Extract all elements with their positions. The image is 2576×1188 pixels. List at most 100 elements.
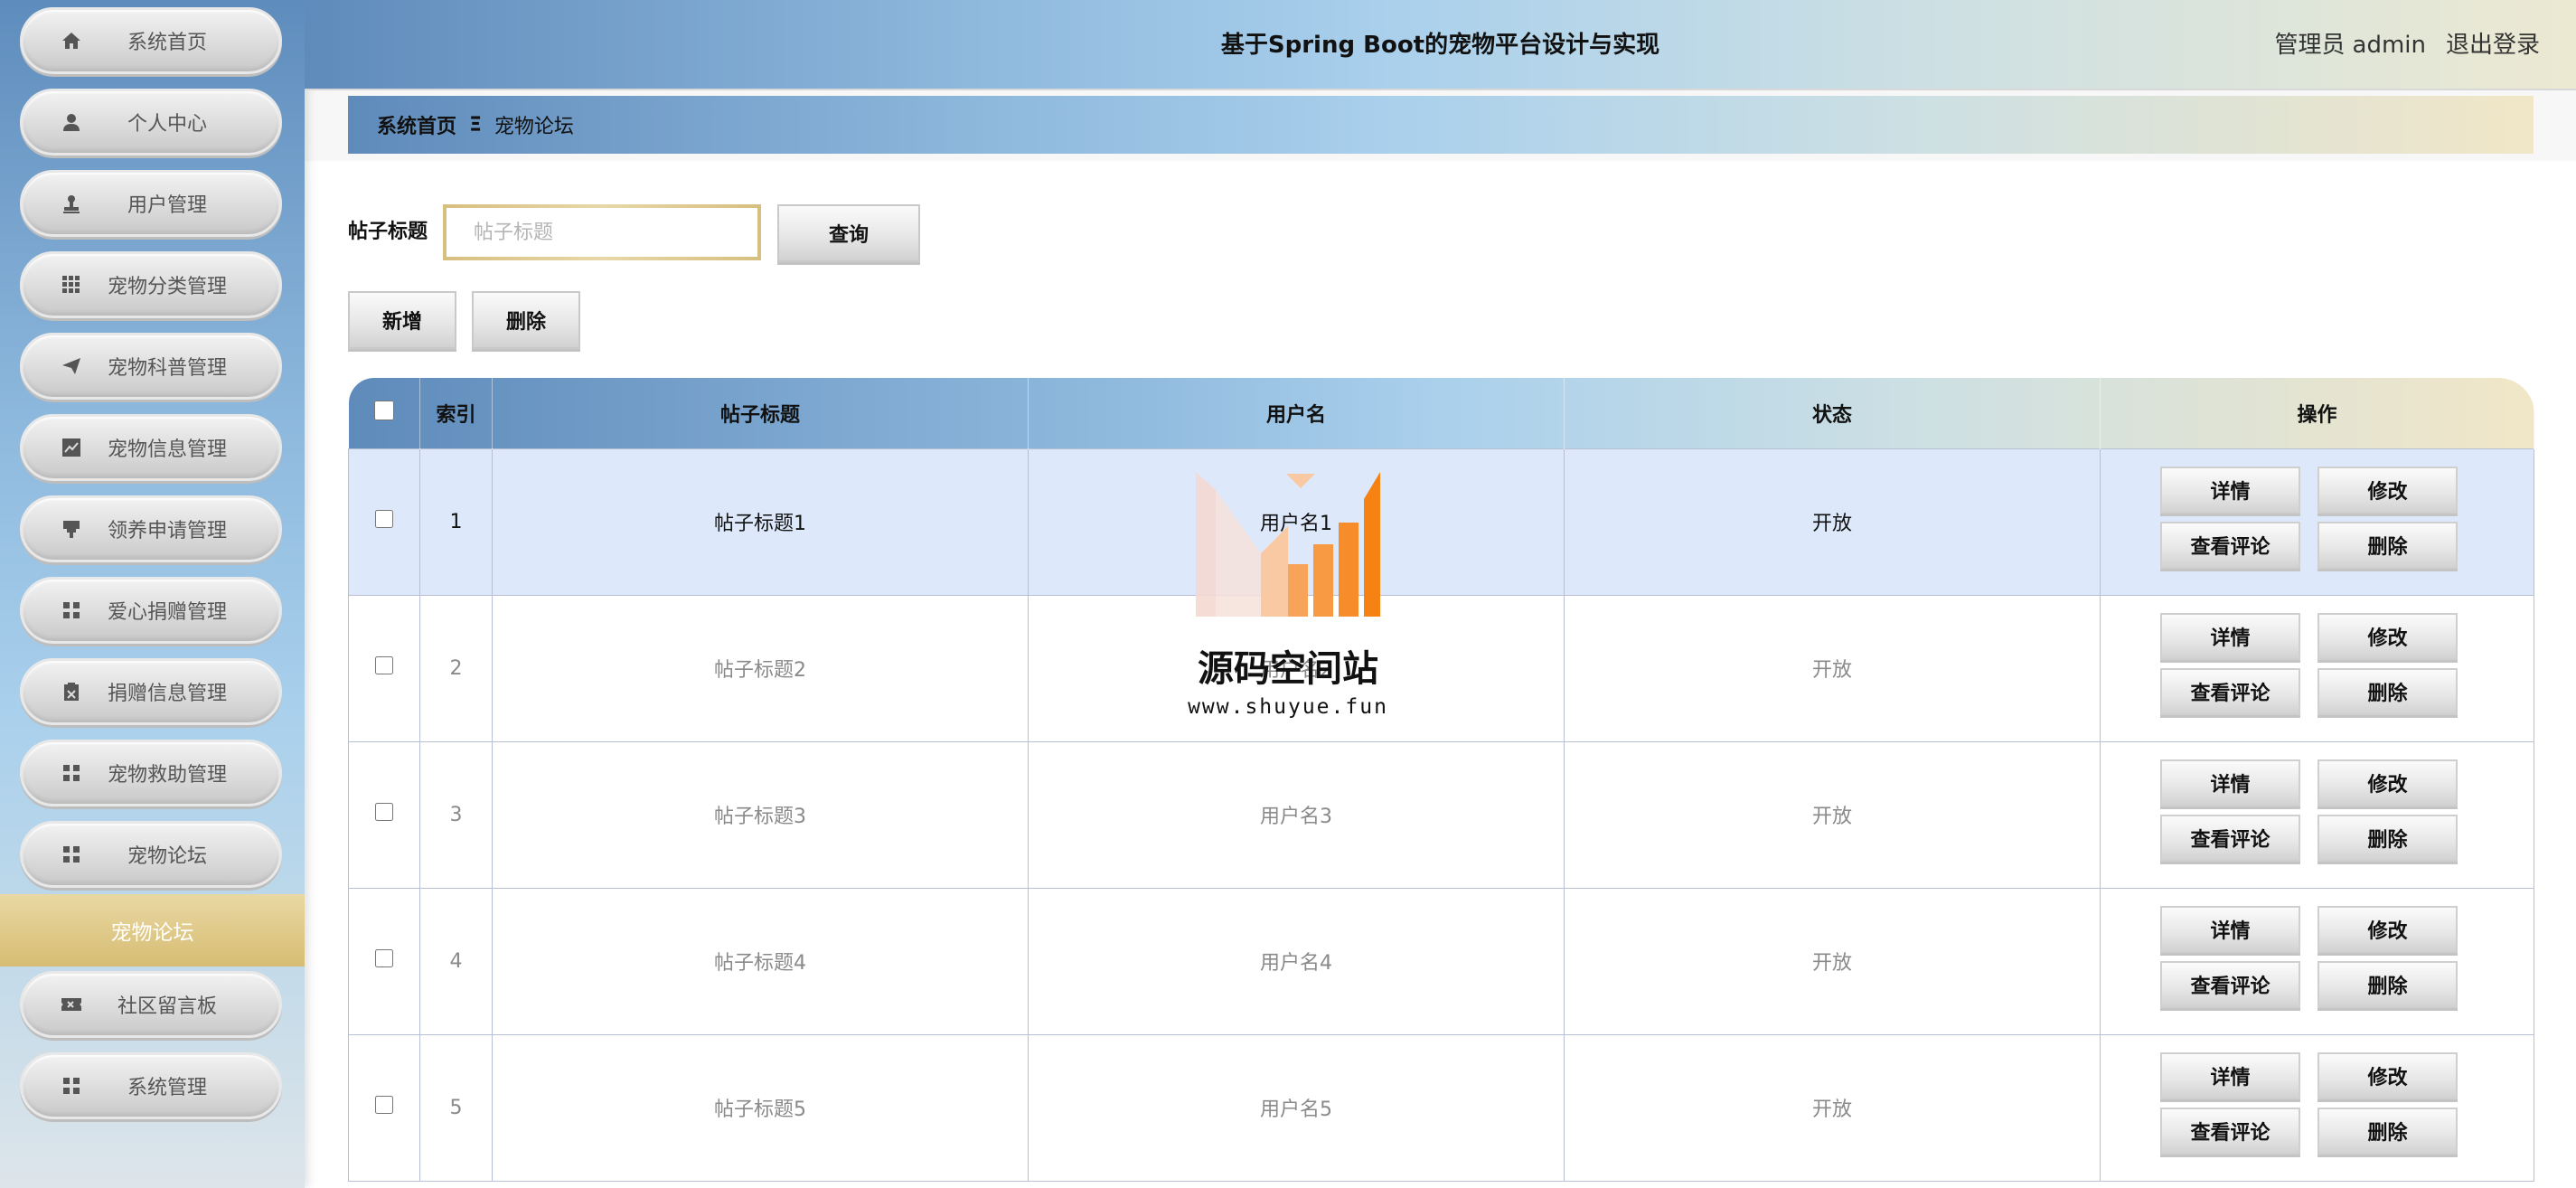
- sidebar-item-pet-category[interactable]: 宠物分类管理: [20, 251, 282, 318]
- detail-button[interactable]: 详情: [2160, 759, 2300, 806]
- row-delete-button[interactable]: 删除: [2317, 1107, 2458, 1155]
- sidebar: 系统首页 个人中心 用户管理 宠物分类管理 宠物科普管理 宠物信息管理 领养申请…: [0, 0, 305, 1188]
- cell-title: 帖子标题1: [492, 448, 1029, 596]
- sidebar-item-system-management[interactable]: 系统管理: [20, 1052, 282, 1119]
- top-header: 基于Spring Boot的宠物平台设计与实现 管理员 admin 退出登录: [305, 0, 2576, 90]
- add-button[interactable]: 新增: [348, 291, 456, 349]
- view-comments-button[interactable]: 查看评论: [2160, 814, 2300, 862]
- sidebar-item-label: 宠物救助管理: [107, 764, 227, 787]
- detail-button[interactable]: 详情: [2160, 466, 2300, 514]
- sidebar-item-rescue[interactable]: 宠物救助管理: [20, 740, 282, 806]
- table-row[interactable]: 2 帖子标题2 用户名2 开放 详情 修改 查看评论 删除: [348, 594, 2534, 742]
- column-header-index: 索引: [419, 378, 493, 448]
- search-input-frame: [443, 204, 761, 260]
- table-row[interactable]: 1 帖子标题1 用户名1 开放 详情 修改 查看评论 删除: [348, 448, 2534, 596]
- cell-title: 帖子标题4: [492, 887, 1029, 1035]
- sidebar-item-personal-center[interactable]: 个人中心: [20, 89, 282, 156]
- row-actions: 详情 修改 查看评论 删除: [2101, 889, 2534, 1034]
- sidebar-item-message-board[interactable]: 社区留言板: [20, 971, 282, 1038]
- row-delete-button[interactable]: 删除: [2317, 960, 2458, 1008]
- sidebar-item-label: 宠物科普管理: [107, 357, 227, 380]
- edit-button[interactable]: 修改: [2317, 759, 2458, 806]
- table-header-row: 索引 帖子标题 用户名 状态 操作: [348, 378, 2534, 448]
- cell-status: 开放: [1564, 448, 2101, 596]
- column-header-status: 状态: [1564, 378, 2101, 448]
- cell-title: 帖子标题5: [492, 1033, 1029, 1182]
- sidebar-item-donation[interactable]: 爱心捐赠管理: [20, 577, 282, 644]
- detail-button[interactable]: 详情: [2160, 905, 2300, 953]
- row-checkbox[interactable]: [375, 803, 393, 821]
- cell-title: 帖子标题3: [492, 740, 1029, 889]
- row-delete-button[interactable]: 删除: [2317, 814, 2458, 862]
- edit-button[interactable]: 修改: [2317, 1051, 2458, 1099]
- edit-button[interactable]: 修改: [2317, 905, 2458, 953]
- sidebar-item-label: 领养申请管理: [107, 520, 227, 542]
- sidebar-item-pet-info[interactable]: 宠物信息管理: [20, 414, 282, 481]
- cell-index: 5: [419, 1033, 493, 1182]
- view-comments-button[interactable]: 查看评论: [2160, 1107, 2300, 1155]
- row-actions: 详情 修改 查看评论 删除: [2101, 596, 2534, 741]
- cell-title: 帖子标题2: [492, 594, 1029, 742]
- column-header-username: 用户名: [1028, 378, 1565, 448]
- row-delete-button[interactable]: 删除: [2317, 667, 2458, 715]
- select-all-cell: [348, 378, 420, 448]
- cell-index: 2: [419, 594, 493, 742]
- logout-link[interactable]: 退出登录: [2446, 32, 2540, 59]
- row-checkbox[interactable]: [375, 949, 393, 967]
- delete-button[interactable]: 删除: [472, 291, 580, 349]
- cell-username: 用户名3: [1028, 740, 1565, 889]
- sidebar-item-pet-science[interactable]: 宠物科普管理: [20, 333, 282, 400]
- cell-status: 开放: [1564, 1033, 2101, 1182]
- sidebar-item-label: 个人中心: [127, 113, 207, 136]
- edit-button[interactable]: 修改: [2317, 612, 2458, 660]
- sidebar-item-label: 用户管理: [127, 194, 207, 217]
- cell-username: 用户名1: [1028, 448, 1565, 596]
- sidebar-item-user-management[interactable]: 用户管理: [20, 170, 282, 237]
- view-comments-button[interactable]: 查看评论: [2160, 960, 2300, 1008]
- sidebar-item-donation-info[interactable]: 捐赠信息管理: [20, 658, 282, 725]
- search-label: 帖子标题: [348, 221, 428, 243]
- detail-button[interactable]: 详情: [2160, 1051, 2300, 1099]
- sidebar-subitem-forum-active[interactable]: 宠物论坛: [0, 894, 305, 966]
- cell-index: 4: [419, 887, 493, 1035]
- cell-username: 用户名5: [1028, 1033, 1565, 1182]
- user-role: 管理员: [2274, 32, 2346, 59]
- table-row[interactable]: 4 帖子标题4 用户名4 开放 详情 修改 查看评论 删除: [348, 887, 2534, 1035]
- sidebar-item-label: 宠物论坛: [127, 845, 207, 868]
- column-header-actions: 操作: [2100, 378, 2534, 448]
- view-comments-button[interactable]: 查看评论: [2160, 667, 2300, 715]
- row-checkbox[interactable]: [375, 510, 393, 528]
- select-all-checkbox[interactable]: [373, 400, 394, 420]
- cell-index: 3: [419, 740, 493, 889]
- app-title: 基于Spring Boot的宠物平台设计与实现: [1220, 32, 1660, 59]
- sidebar-item-label: 捐赠信息管理: [107, 683, 227, 705]
- sidebar-subitem-label: 宠物论坛: [110, 921, 194, 945]
- row-actions: 详情 修改 查看评论 删除: [2101, 742, 2534, 888]
- sidebar-item-adoption[interactable]: 领养申请管理: [20, 495, 282, 562]
- table-row[interactable]: 5 帖子标题5 用户名5 开放 详情 修改 查看评论 删除: [348, 1033, 2534, 1182]
- breadcrumb-current: 宠物论坛: [494, 116, 574, 138]
- breadcrumb-home[interactable]: 系统首页: [377, 110, 456, 139]
- row-checkbox[interactable]: [375, 656, 393, 674]
- row-checkbox[interactable]: [375, 1096, 393, 1114]
- search-button[interactable]: 查询: [777, 204, 920, 262]
- sidebar-item-label: 宠物信息管理: [107, 438, 227, 461]
- search-input[interactable]: [447, 208, 757, 257]
- sidebar-item-label: 宠物分类管理: [107, 276, 227, 298]
- cell-status: 开放: [1564, 594, 2101, 742]
- sidebar-item-home[interactable]: 系统首页: [20, 7, 282, 74]
- row-delete-button[interactable]: 删除: [2317, 521, 2458, 569]
- edit-button[interactable]: 修改: [2317, 466, 2458, 514]
- sidebar-item-label: 社区留言板: [117, 995, 217, 1018]
- breadcrumb: 系统首页 Ξ 宠物论坛: [348, 96, 2534, 154]
- sidebar-item-forum[interactable]: 宠物论坛: [20, 821, 282, 888]
- sidebar-item-label: 爱心捐赠管理: [107, 601, 227, 624]
- table-row[interactable]: 3 帖子标题3 用户名3 开放 详情 修改 查看评论 删除: [348, 740, 2534, 889]
- breadcrumb-separator: Ξ: [469, 113, 482, 137]
- view-comments-button[interactable]: 查看评论: [2160, 521, 2300, 569]
- row-actions: 详情 修改 查看评论 删除: [2101, 1035, 2534, 1181]
- column-header-title: 帖子标题: [492, 378, 1029, 448]
- detail-button[interactable]: 详情: [2160, 612, 2300, 660]
- posts-table: 索引 帖子标题 用户名 状态 操作 1 帖子标题1 用户名1 开放 详情 修改 …: [348, 378, 2534, 1182]
- user-name: admin: [2352, 32, 2426, 59]
